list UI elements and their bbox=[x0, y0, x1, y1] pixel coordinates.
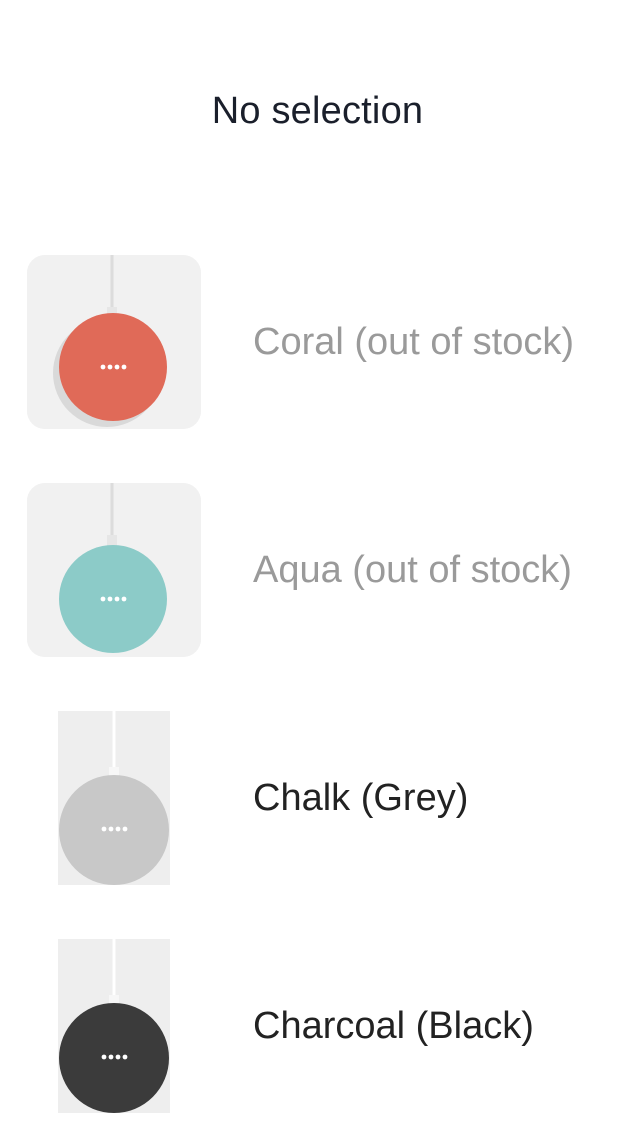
color-option-label: Aqua (out of stock) bbox=[253, 549, 572, 591]
charcoal-speaker-image bbox=[58, 939, 170, 1113]
color-option-aqua[interactable]: Aqua (out of stock) bbox=[0, 483, 635, 659]
color-option-label: Chalk (Grey) bbox=[253, 777, 469, 819]
color-option-charcoal[interactable]: Charcoal (Black) bbox=[0, 939, 635, 1115]
chalk-speaker-image bbox=[58, 711, 170, 885]
page-title: No selection bbox=[211, 90, 424, 132]
color-option-coral[interactable]: Coral (out of stock) bbox=[0, 255, 635, 431]
color-option-label: Charcoal (Black) bbox=[253, 1005, 534, 1047]
aqua-speaker-image bbox=[27, 483, 201, 657]
coral-speaker-image bbox=[27, 255, 201, 429]
color-option-chalk[interactable]: Chalk (Grey) bbox=[0, 711, 635, 887]
color-option-label: Coral (out of stock) bbox=[253, 321, 574, 363]
